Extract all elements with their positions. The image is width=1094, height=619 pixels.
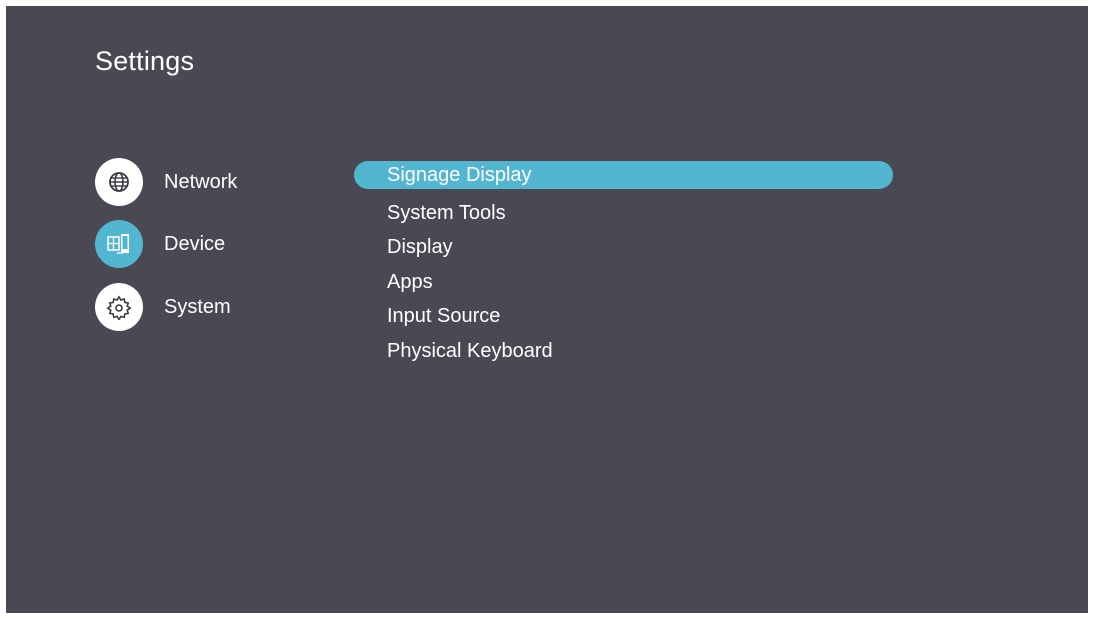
menu-item-system-tools[interactable]: System Tools — [354, 196, 893, 231]
globe-icon — [95, 158, 143, 206]
menu-item-physical-keyboard[interactable]: Physical Keyboard — [354, 334, 893, 369]
device-displays-icon — [95, 220, 143, 268]
category-device[interactable]: Device — [95, 220, 225, 268]
menu-item-signage-display[interactable]: Signage Display — [354, 161, 893, 189]
menu-item-input-source[interactable]: Input Source — [354, 299, 893, 334]
menu-item-display[interactable]: Display — [354, 230, 893, 265]
settings-screen: Settings Network Device System Signage D… — [6, 6, 1088, 613]
category-label-system: System — [164, 295, 231, 318]
gear-icon — [95, 283, 143, 331]
page-title: Settings — [95, 46, 195, 76]
menu-item-apps[interactable]: Apps — [354, 265, 893, 300]
settings-submenu: Signage Display System Tools Display App… — [354, 161, 893, 369]
category-label-network: Network — [164, 170, 238, 193]
category-network[interactable]: Network — [95, 158, 237, 206]
category-label-device: Device — [164, 232, 226, 255]
category-system[interactable]: System — [95, 283, 231, 331]
